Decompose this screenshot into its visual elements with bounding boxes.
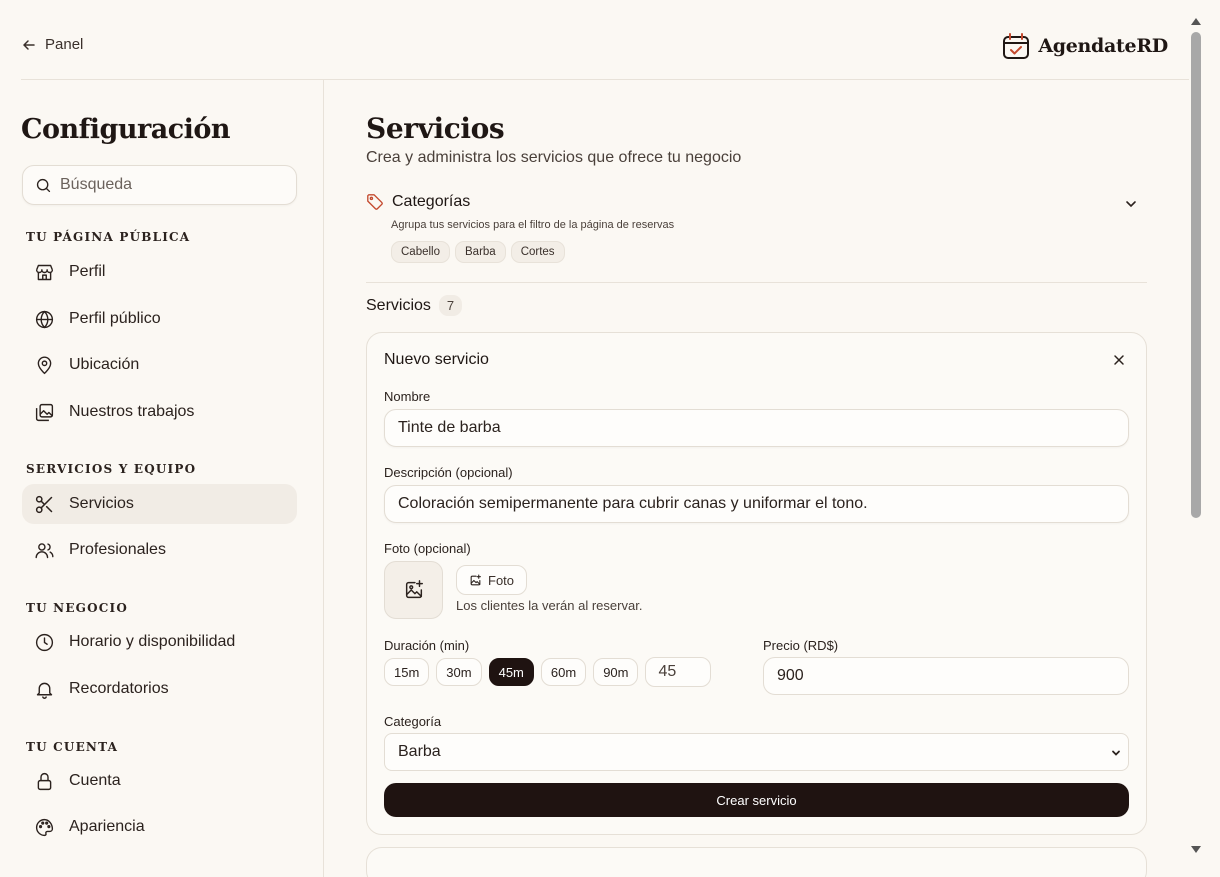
duration-option[interactable]: 15m [384,658,430,686]
page-title: Servicios [366,112,505,145]
chevron-down-icon[interactable] [1124,197,1138,211]
section-label-services-team: Servicios y equipo [26,462,197,476]
sidebar-item-cuenta[interactable]: Cuenta [22,761,297,801]
section-label-account: Tu cuenta [26,740,119,754]
sidebar-item-recordatorios[interactable]: Recordatorios [22,669,297,709]
sidebar-item-label: Apariencia [69,818,145,835]
category-select[interactable]: Barba [384,733,1129,771]
photo-upload-button[interactable]: Foto [456,565,528,595]
name-input[interactable]: Tinte de barba [384,409,1129,447]
duration-option[interactable]: 60m [540,658,587,686]
section-label-business: Tu negocio [26,601,129,615]
sidebar-title: Configuración [21,114,231,145]
price-label: Precio (RD$) [763,638,839,653]
brand-name: AgendateRD [1038,35,1168,57]
image-plus-icon [405,580,423,599]
categories-description: Agrupa tus servicios para el filtro de l… [391,219,675,231]
store-icon [35,264,54,280]
sidebar-item-label: Ubicación [69,356,140,373]
back-to-panel-link[interactable]: Panel [21,36,83,53]
sidebar-item-horario[interactable]: Horario y disponibilidad [22,622,297,662]
service-card[interactable] [366,847,1147,877]
categories-section: Categorías Agrupa tus servicios para el … [366,193,1147,283]
globe-icon [35,310,54,328]
settings-sidebar: Configuración Tu página pública Perfil P… [21,80,324,877]
category-chips: Cabello Barba Cortes [391,241,565,263]
create-service-button[interactable]: Crear servicio [384,783,1129,817]
category-chip[interactable]: Barba [455,241,506,263]
duration-option[interactable]: 30m [436,658,482,686]
sidebar-item-profesionales[interactable]: Profesionales [22,530,297,570]
duration-option[interactable]: 90m [593,658,639,686]
scroll-up-arrow-icon[interactable] [1191,18,1201,25]
lock-icon [37,772,52,790]
bell-icon [36,682,53,699]
sidebar-item-label: Perfil público [69,310,161,327]
sidebar-item-perfil-publico[interactable]: Perfil público [22,299,297,339]
duration-label: Duración (min) [384,638,470,653]
name-label: Nombre [384,389,431,404]
price-input[interactable]: 900 [763,657,1129,695]
images-icon [35,403,54,421]
duration-options: 15m 30m 45m 60m 90m 45 [384,657,712,687]
form-title: Nuevo servicio [384,351,489,368]
page-scrollbar[interactable] [1189,0,1203,877]
description-input[interactable]: Coloración semipermanente para cubrir ca… [384,485,1129,523]
sidebar-item-label: Servicios [69,495,134,512]
photo-label: Foto (opcional) [384,541,471,556]
services-label: Servicios [366,296,431,314]
duration-custom-input[interactable]: 45 [645,657,712,687]
top-bar: Panel AgendateRD [21,0,1189,80]
sidebar-item-label: Cuenta [69,772,121,789]
search-box[interactable] [22,165,297,205]
category-chip[interactable]: Cortes [510,241,565,263]
arrow-left-icon [23,39,35,50]
sidebar-item-apariencia[interactable]: Apariencia [22,807,297,847]
description-label: Descripción (opcional) [384,465,513,480]
sidebar-item-label: Nuestros trabajos [69,403,195,420]
category-chip[interactable]: Cabello [391,241,450,263]
categories-header[interactable]: Categorías [366,193,470,211]
sidebar-item-label: Profesionales [69,541,166,558]
scroll-down-arrow-icon[interactable] [1191,846,1201,853]
back-label: Panel [45,36,84,53]
photo-upload-box[interactable] [384,561,443,619]
search-icon [36,178,51,192]
scissors-icon [35,495,53,513]
tag-icon [367,194,383,210]
sidebar-item-servicios[interactable]: Servicios [22,484,297,524]
category-label: Categoría [384,714,442,729]
duration-option-selected[interactable]: 45m [488,658,534,686]
photo-button-label: Foto [488,572,515,588]
scroll-thumb[interactable] [1191,32,1201,518]
page-subtitle: Crea y administra los servicios que ofre… [366,149,742,166]
sidebar-item-label: Horario y disponibilidad [69,633,236,650]
clock-icon [35,633,54,651]
brand-logo[interactable]: AgendateRD [1002,32,1168,60]
close-icon[interactable] [1112,353,1126,367]
palette-icon [36,818,54,836]
sidebar-item-label: Perfil [69,263,106,280]
new-service-form: Nuevo servicio Nombre Tinte de barba Des… [366,332,1147,835]
services-count-badge: 7 [438,295,463,316]
category-selected-value: Barba [398,743,441,760]
sidebar-item-perfil[interactable]: Perfil [22,252,297,292]
sidebar-item-label: Recordatorios [69,680,169,697]
categories-title: Categorías [392,193,471,210]
services-count-row: Servicios 7 [366,295,463,316]
map-pin-icon [37,355,52,374]
users-icon [35,542,54,558]
image-plus-icon [470,574,481,585]
calendar-check-icon [1003,33,1030,59]
section-label-public-page: Tu página pública [26,230,191,244]
sidebar-item-nuestros-trabajos[interactable]: Nuestros trabajos [22,392,297,432]
sidebar-item-ubicacion[interactable]: Ubicación [22,345,297,385]
search-input[interactable] [60,176,280,194]
photo-hint: Los clientes la verán al reservar. [456,598,643,613]
chevron-down-icon [1112,750,1120,756]
